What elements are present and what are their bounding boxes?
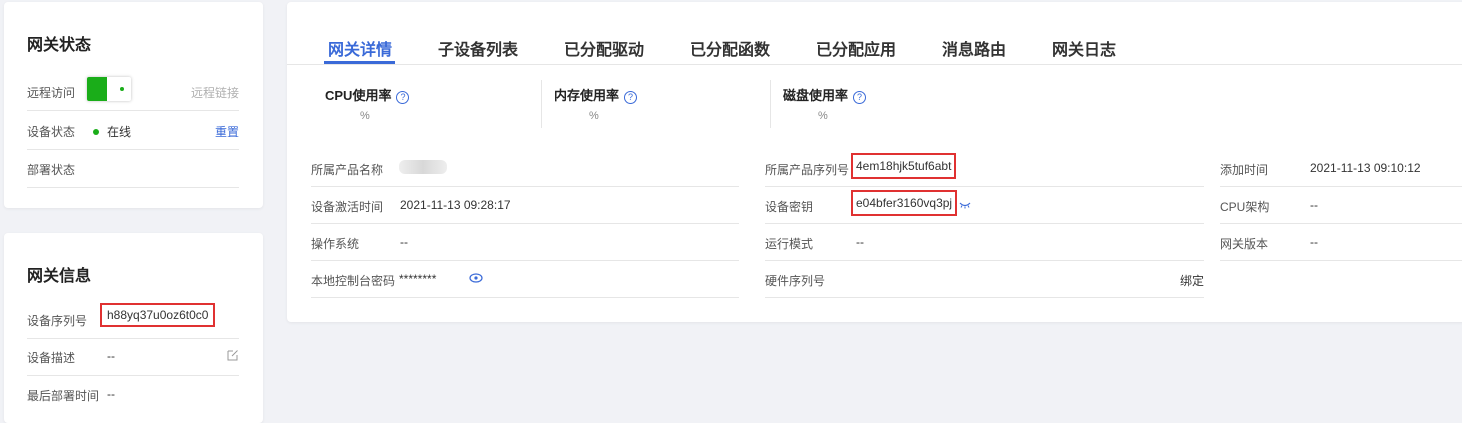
blurred-value	[399, 160, 447, 174]
eye-closed-icon[interactable]	[959, 201, 971, 209]
product-name-row: 所属产品名称	[311, 150, 739, 187]
remote-access-label: 远程访问	[27, 86, 76, 100]
tab-assigned-functions[interactable]: 已分配函数	[690, 36, 770, 60]
device-status-label: 设备状态	[27, 125, 76, 139]
cpu-usage-metric: CPU使用率? %	[311, 80, 542, 128]
product-name-label: 所属产品名称	[311, 163, 384, 177]
help-icon[interactable]: ?	[396, 91, 410, 104]
help-icon[interactable]: ?	[624, 91, 638, 104]
help-icon[interactable]: ?	[853, 91, 867, 104]
last-deploy-label: 最后部署时间	[27, 389, 100, 403]
serial-row: 设备序列号 h88yq37u0oz6t0c0	[27, 300, 239, 339]
product-serial-row: 所属产品序列号 4em18hjk5tuf6abt	[765, 150, 1204, 187]
activation-time-label: 设备激活时间	[311, 200, 384, 214]
memory-usage-label: 内存使用率?	[554, 85, 638, 104]
device-status-value: 在线	[93, 123, 131, 140]
reset-button[interactable]: 重置	[215, 123, 239, 140]
add-time-label: 添加时间	[1220, 163, 1269, 177]
run-mode-row: 运行模式 --	[765, 224, 1204, 261]
toggle-dot-icon	[120, 87, 124, 91]
device-key-value: e04bfer3160vq3pj	[851, 190, 958, 216]
gateway-version-label: 网关版本	[1220, 237, 1269, 251]
deploy-status-row: 部署状态	[27, 149, 239, 188]
description-value: --	[107, 349, 115, 363]
console-password-value: ********	[399, 272, 437, 286]
remote-access-row: 远程访问 远程链接	[27, 72, 239, 111]
tab-gateway-detail[interactable]: 网关详情	[328, 36, 392, 60]
cpu-usage-label: CPU使用率?	[325, 85, 410, 104]
tab-bar: 网关详情 子设备列表 已分配驱动 已分配函数 已分配应用 消息路由 网关日志	[287, 2, 1462, 65]
run-mode-value: --	[856, 235, 864, 249]
edit-icon[interactable]	[227, 349, 239, 361]
status-card-title: 网关状态	[27, 37, 92, 54]
info-card-title: 网关信息	[27, 268, 92, 285]
serial-value: h88yq37u0oz6t0c0	[100, 303, 216, 327]
disk-usage-metric: 磁盘使用率? %	[769, 80, 999, 128]
last-deploy-row: 最后部署时间 --	[27, 375, 239, 413]
product-name-value	[399, 160, 447, 177]
remote-access-toggle[interactable]	[87, 77, 131, 101]
device-key-row: 设备密钥 e04bfer3160vq3pj	[765, 187, 1204, 224]
description-label: 设备描述	[27, 351, 76, 365]
hardware-serial-label: 硬件序列号	[765, 274, 826, 288]
tab-assigned-apps[interactable]: 已分配应用	[816, 36, 896, 60]
serial-label: 设备序列号	[27, 314, 88, 328]
toggle-knob	[87, 77, 107, 101]
os-row: 操作系统 --	[311, 224, 739, 261]
online-dot-icon	[93, 129, 99, 135]
active-tab-indicator	[324, 61, 395, 64]
os-value: --	[400, 235, 408, 249]
disk-usage-unit: %	[818, 110, 828, 122]
description-row: 设备描述 --	[27, 337, 239, 376]
add-time-value: 2021-11-13 09:10:12	[1310, 161, 1421, 175]
activation-time-row: 设备激活时间 2021-11-13 09:28:17	[311, 187, 739, 224]
tab-message-routing[interactable]: 消息路由	[942, 36, 1006, 60]
device-key-label: 设备密钥	[765, 200, 814, 214]
os-label: 操作系统	[311, 237, 360, 251]
add-time-row: 添加时间 2021-11-13 09:10:12	[1220, 150, 1462, 187]
gateway-status-card: 网关状态 远程访问 远程链接 设备状态 在线 重置 部署状态	[4, 2, 263, 208]
deploy-status-label: 部署状态	[27, 163, 76, 177]
product-serial-value: 4em18hjk5tuf6abt	[851, 153, 957, 179]
disk-usage-label: 磁盘使用率?	[783, 85, 867, 104]
cpu-arch-label: CPU架构	[1220, 200, 1270, 214]
activation-time-value: 2021-11-13 09:28:17	[400, 198, 511, 212]
cpu-arch-row: CPU架构 --	[1220, 187, 1462, 224]
console-password-row: 本地控制台密码 ********	[311, 261, 739, 298]
gateway-version-row: 网关版本 --	[1220, 224, 1462, 261]
console-password-label: 本地控制台密码	[311, 274, 396, 288]
tab-gateway-logs[interactable]: 网关日志	[1052, 36, 1116, 60]
device-status-row: 设备状态 在线 重置	[27, 111, 239, 150]
gateway-detail-card: 网关详情 子设备列表 已分配驱动 已分配函数 已分配应用 消息路由 网关日志 C…	[287, 2, 1462, 322]
tab-assigned-drivers[interactable]: 已分配驱动	[564, 36, 644, 60]
product-serial-label: 所属产品序列号	[765, 163, 850, 177]
last-deploy-value: --	[107, 387, 115, 401]
memory-usage-metric: 内存使用率? %	[540, 80, 771, 128]
gateway-version-value: --	[1310, 235, 1318, 249]
cpu-arch-value: --	[1310, 198, 1318, 212]
run-mode-label: 运行模式	[765, 237, 814, 251]
gateway-info-card: 网关信息 设备序列号 h88yq37u0oz6t0c0 设备描述 -- 最后部署…	[4, 233, 263, 423]
hardware-serial-row: 硬件序列号 绑定	[765, 261, 1204, 298]
cpu-usage-unit: %	[360, 110, 370, 122]
eye-icon[interactable]	[469, 273, 483, 283]
remote-link[interactable]: 远程链接	[191, 84, 239, 101]
tab-sub-devices[interactable]: 子设备列表	[438, 36, 518, 60]
memory-usage-unit: %	[589, 110, 599, 122]
bind-button[interactable]: 绑定	[1180, 272, 1204, 289]
